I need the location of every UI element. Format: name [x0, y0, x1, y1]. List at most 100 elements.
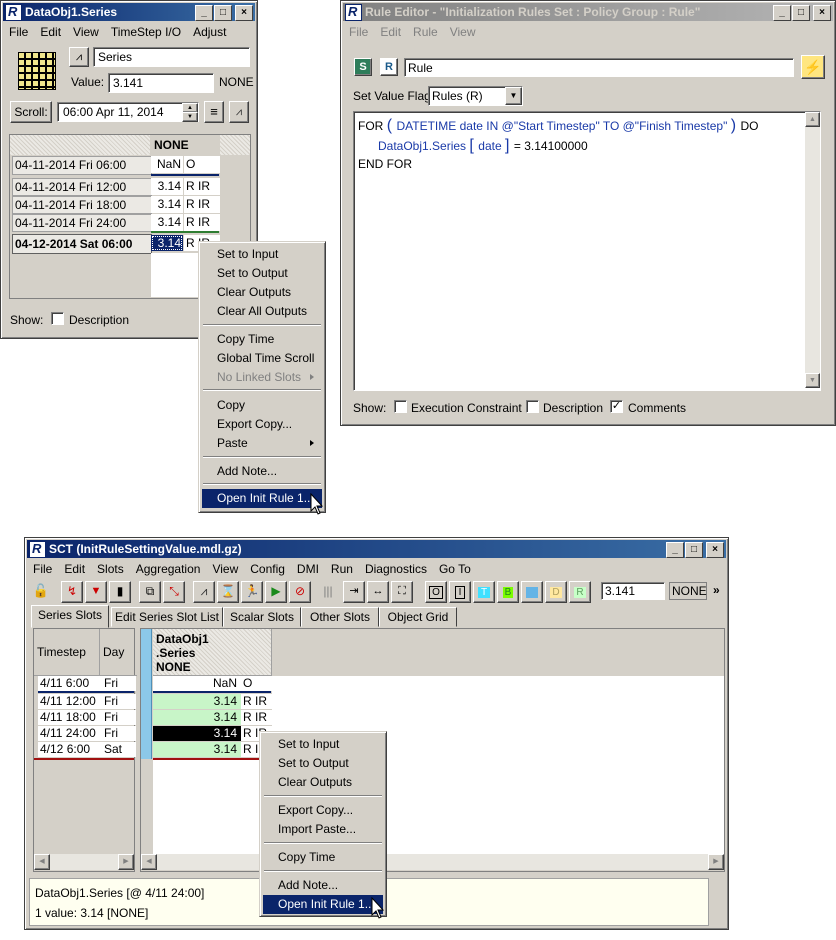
menu-timestep-io[interactable]: TimeStep I/O	[105, 23, 187, 41]
evaluate-lightning-button[interactable]: ⚡	[801, 55, 825, 79]
description-checkbox[interactable]	[526, 400, 539, 413]
grid-value-cell[interactable]: 3.14	[151, 196, 183, 213]
close-button[interactable]: ×	[813, 5, 831, 21]
close-button[interactable]: ×	[706, 542, 724, 558]
dataobj-titlebar[interactable]: DataObj1.Series _ □ ×	[3, 3, 255, 21]
menu-clear-outputs[interactable]: Clear Outputs	[202, 283, 322, 302]
value-cell[interactable]: 3.14	[153, 742, 241, 757]
toolbar-overflow-icon[interactable]: »	[713, 583, 720, 597]
menu-aggregation[interactable]: Aggregation	[130, 560, 207, 578]
set-value-flag-select[interactable]: Rules (R) ▼	[428, 86, 523, 106]
menu-copy-time[interactable]: Copy Time	[202, 330, 322, 349]
slot-type-icon[interactable]: ⩘	[69, 47, 89, 67]
menu-set-to-output[interactable]: Set to Output	[202, 264, 322, 283]
value-field[interactable]: 3.141	[108, 73, 214, 93]
toolbar-value-field[interactable]: 3.141	[601, 582, 665, 600]
timestep-row[interactable]: 4/11 18:00	[38, 710, 103, 725]
menu-export-copy[interactable]: Export Copy...	[202, 415, 322, 434]
menu-paste[interactable]: Paste	[202, 434, 322, 453]
minimize-button[interactable]: _	[773, 5, 791, 21]
delete-icon[interactable]: ⤡	[163, 581, 185, 603]
menu-open-init-rule[interactable]: Open Init Rule 1...	[202, 489, 322, 508]
menu-edit[interactable]: Edit	[58, 560, 91, 578]
stop-icon[interactable]: ⊘	[289, 581, 311, 603]
slot-name-field[interactable]: Series	[93, 47, 250, 67]
plot-icon[interactable]: ⩘	[193, 581, 215, 603]
scroll-button[interactable]: Scroll:	[10, 101, 52, 123]
menu-rule[interactable]: Rule	[407, 23, 444, 41]
grid-row-label[interactable]: 04-11-2014 Fri 24:00	[12, 214, 152, 232]
rule-editor-titlebar[interactable]: Rule Editor - "Initialization Rules Set …	[343, 3, 833, 21]
timestep-row[interactable]: 4/11 6:00	[38, 676, 103, 691]
value-cell[interactable]: NaN	[153, 676, 241, 691]
minimize-button[interactable]: _	[666, 542, 684, 558]
swap-icon[interactable]: ↯	[61, 581, 83, 603]
sct-titlebar[interactable]: SCT (InitRuleSettingValue.mdl.gz) _ □ ×	[27, 540, 726, 558]
grid-row-label[interactable]: 04-11-2014 Fri 06:00	[12, 156, 152, 175]
filter-icon[interactable]: ▼	[85, 581, 107, 603]
timestep-row[interactable]: 4/11 24:00	[38, 726, 103, 741]
list-view-button[interactable]: ≡	[204, 101, 224, 123]
minimize-button[interactable]: _	[195, 5, 213, 21]
flag-b-button[interactable]: B	[497, 581, 519, 603]
menu-view[interactable]: View	[206, 560, 244, 578]
menu-go-to[interactable]: Go To	[433, 560, 477, 578]
scroll-spin-down[interactable]: ▼	[182, 112, 198, 122]
timestep-row[interactable]: 4/12 6:00	[38, 742, 103, 757]
tab-object-grid[interactable]: Object Grid	[379, 607, 457, 627]
maximize-button[interactable]: □	[792, 5, 810, 21]
maximize-button[interactable]: □	[214, 5, 232, 21]
menu-config[interactable]: Config	[244, 560, 291, 578]
flag-i-button[interactable]: I	[449, 581, 471, 603]
scroll-right-arrow[interactable]: ▶	[118, 854, 134, 870]
menu-view[interactable]: View	[67, 23, 105, 41]
comments-checkbox[interactable]: ✓	[610, 400, 623, 413]
chevron-down-icon[interactable]: ▼	[505, 87, 522, 105]
scroll-left-arrow[interactable]: ◀	[34, 854, 50, 870]
close-button[interactable]: ×	[235, 5, 253, 21]
fit-width-icon[interactable]: ↔	[367, 581, 389, 603]
rule-name-field[interactable]: Rule	[404, 58, 794, 77]
flag-d-button[interactable]: D	[545, 581, 567, 603]
menu-file[interactable]: File	[27, 560, 58, 578]
menu-add-note[interactable]: Add Note...	[202, 462, 322, 481]
h-scrollbar[interactable]: ◀ ▶	[141, 854, 724, 870]
menu-copy[interactable]: Copy	[202, 396, 322, 415]
fit-all-icon[interactable]: ⛶	[391, 581, 413, 603]
timer-icon[interactable]: ⌛	[217, 581, 239, 603]
menu-view[interactable]: View	[444, 23, 482, 41]
code-scrollbar[interactable]: ▲ ▼	[805, 112, 820, 388]
rule-code-editor[interactable]: FOR ( DATETIME date IN @"Start Timestep"…	[353, 111, 821, 391]
value-cell-selected[interactable]: 3.14	[153, 726, 241, 741]
flag-r-button[interactable]: R	[569, 581, 591, 603]
maximize-button[interactable]: □	[685, 542, 703, 558]
tab-series-slots[interactable]: Series Slots	[31, 605, 109, 628]
slot-col-header[interactable]: DataObj1 .Series NONE	[153, 629, 272, 676]
menu-adjust[interactable]: Adjust	[187, 23, 232, 41]
rule-r-icon[interactable]: R	[380, 58, 398, 76]
grid-value-cell[interactable]: NaN	[151, 156, 183, 173]
plot-button[interactable]: ⩘	[229, 101, 249, 123]
menu-set-to-output[interactable]: Set to Output	[263, 754, 383, 773]
menu-clear-all-outputs[interactable]: Clear All Outputs	[202, 302, 322, 321]
menu-set-to-input[interactable]: Set to Input	[202, 245, 322, 264]
menu-edit[interactable]: Edit	[34, 23, 67, 41]
grid-value-cell[interactable]: 3.14	[151, 214, 183, 231]
open-object-icon[interactable]: ⧉	[139, 581, 161, 603]
lock-icon[interactable]: 🔓	[31, 581, 51, 601]
timestep-row[interactable]: 4/11 12:00	[38, 694, 103, 709]
menu-set-to-input[interactable]: Set to Input	[263, 735, 383, 754]
scroll-down-arrow[interactable]: ▼	[805, 373, 820, 388]
run-figure-icon[interactable]: 🏃	[241, 581, 263, 603]
value-cell[interactable]: 3.14	[153, 710, 241, 725]
menu-edit[interactable]: Edit	[374, 23, 407, 41]
menu-add-note[interactable]: Add Note...	[263, 876, 383, 895]
scroll-right-arrow[interactable]: ▶	[708, 854, 724, 870]
menu-file[interactable]: File	[3, 23, 34, 41]
grid-value-cell[interactable]: 3.14	[151, 178, 183, 195]
flag-t-button[interactable]: T	[473, 581, 495, 603]
menu-export-copy[interactable]: Export Copy...	[263, 801, 383, 820]
tab-scalar-slots[interactable]: Scalar Slots	[223, 607, 301, 627]
tab-edit-series-slot-list[interactable]: Edit Series Slot List	[111, 607, 223, 627]
menu-slots[interactable]: Slots	[91, 560, 130, 578]
